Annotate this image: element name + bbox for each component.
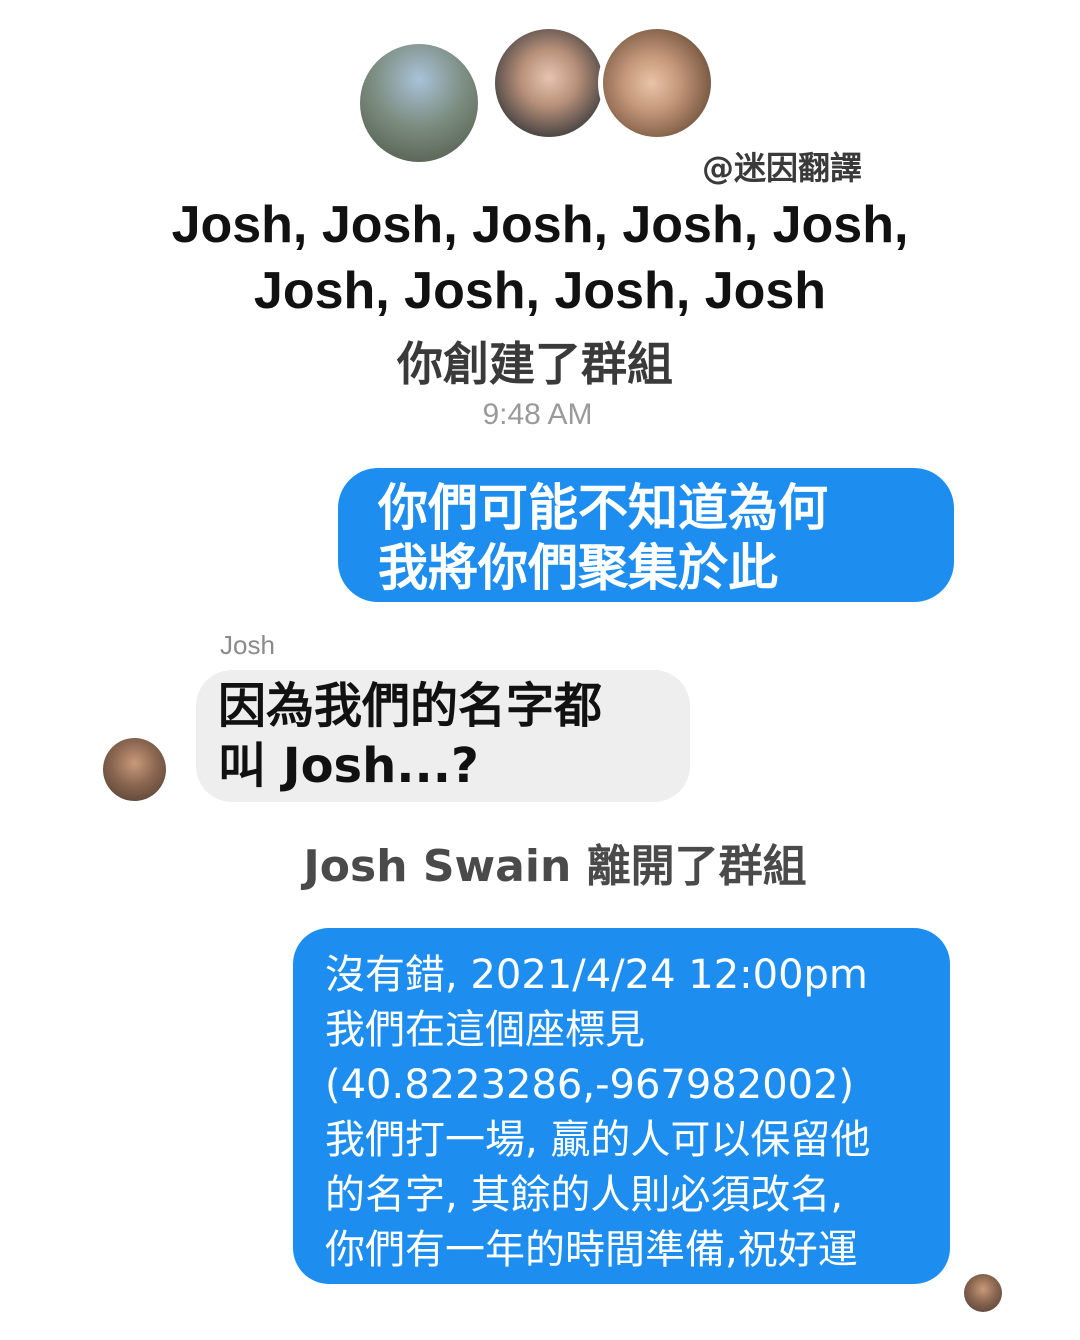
message-text-line: 沒有錯, 2021/4/24 12:00pm bbox=[325, 952, 868, 998]
group-avatar-photo bbox=[360, 44, 478, 162]
message-text-line: 叫 Josh...? bbox=[218, 738, 479, 794]
message-timestamp: 9:48 AM bbox=[482, 398, 593, 431]
member-left-notice: Josh Swain 離開了群組 bbox=[303, 841, 807, 892]
message-text-line: 的名字, 其餘的人則必須改名, bbox=[325, 1172, 844, 1218]
incoming-message-bubble[interactable]: 因為我們的名字都 叫 Josh...? bbox=[196, 670, 690, 802]
outgoing-message-bubble[interactable]: 你們可能不知道為何 我將你們聚集於此 bbox=[338, 468, 954, 602]
message-text-line: 我們在這個座標見 bbox=[325, 1007, 645, 1053]
read-receipt-avatar bbox=[964, 1274, 1002, 1312]
message-text-line: 因為我們的名字都 bbox=[218, 678, 603, 734]
member-avatar-photo bbox=[490, 24, 608, 142]
message-text-line: 你們可能不知道為何 bbox=[378, 479, 828, 537]
sender-avatar[interactable] bbox=[103, 738, 166, 801]
message-text-line: 你們有一年的時間準備,祝好運 bbox=[325, 1227, 858, 1273]
outgoing-message-bubble[interactable]: 沒有錯, 2021/4/24 12:00pm 我們在這個座標見 (40.8223… bbox=[293, 928, 950, 1284]
group-title: Josh, Josh, Josh, Josh, Josh, Josh, Josh… bbox=[100, 192, 980, 324]
group-title-line: Josh, Josh, Josh, Josh bbox=[253, 262, 827, 320]
group-title-line: Josh, Josh, Josh, Josh, Josh, bbox=[171, 196, 909, 254]
sender-name: Josh bbox=[220, 630, 275, 660]
message-text-line: 我將你們聚集於此 bbox=[378, 539, 778, 597]
member-avatar-photo bbox=[598, 24, 716, 142]
message-text-line: (40.8223286,-967982002) bbox=[325, 1062, 855, 1108]
message-text-line: 我們打一場, 贏的人可以保留他 bbox=[325, 1117, 871, 1163]
watermark: @迷因翻譯 bbox=[702, 149, 863, 187]
group-created-notice: 你創建了群組 bbox=[397, 337, 673, 391]
